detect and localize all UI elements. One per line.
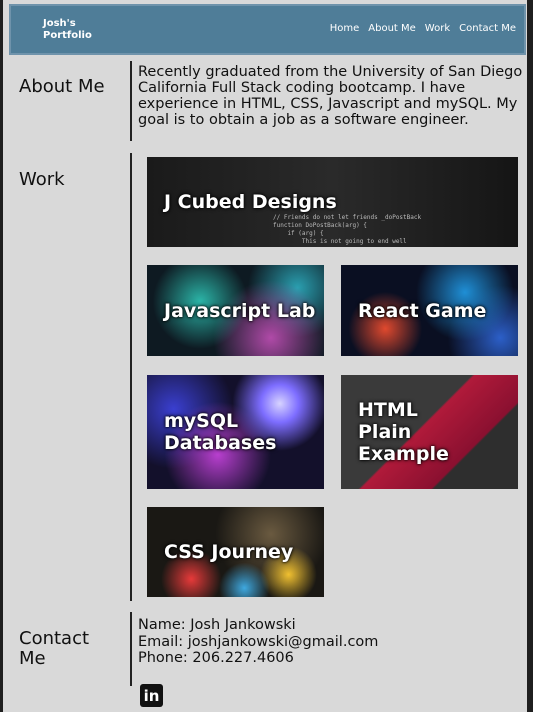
code-snippet: // Friends do not let friends _doPostBac… <box>273 214 422 245</box>
contact-name: Name: Josh Jankowski <box>138 617 296 633</box>
contact-info: Name: Josh Jankowski Email: joshjankowsk… <box>138 617 518 667</box>
contact-email[interactable]: Email: joshjankowski@gmail.com <box>138 634 518 651</box>
about-divider <box>130 61 132 141</box>
contact-title: Contact Me <box>19 628 90 669</box>
project-label: HTML Plain Example <box>358 399 449 465</box>
brand-logo[interactable]: Josh's Portfolio <box>43 18 103 42</box>
nav-links: Home About Me Work Contact Me <box>330 23 516 34</box>
linkedin-icon[interactable]: in <box>140 684 163 707</box>
nav-link-about[interactable]: About Me <box>368 23 416 34</box>
contact-divider <box>130 612 132 686</box>
project-label: J Cubed Designs <box>164 191 337 213</box>
project-label: Javascript Lab <box>164 299 316 322</box>
about-title: About Me <box>19 76 105 97</box>
project-card-javascript-lab[interactable]: Javascript Lab <box>147 265 324 356</box>
project-card-css-journey[interactable]: CSS Journey <box>147 507 324 597</box>
project-label: React Game <box>358 299 487 322</box>
project-card-html[interactable]: HTML Plain Example <box>341 375 518 489</box>
about-text: Recently graduated from the University o… <box>138 64 523 128</box>
project-card-mysql[interactable]: mySQL Databases <box>147 375 324 489</box>
nav-link-work[interactable]: Work <box>425 23 450 34</box>
navbar: Josh's Portfolio Home About Me Work Cont… <box>9 4 526 55</box>
contact-phone: Phone: 206.227.4606 <box>138 650 294 666</box>
project-label: mySQL Databases <box>164 410 277 454</box>
project-card-react-game[interactable]: React Game <box>341 265 518 356</box>
nav-link-contact[interactable]: Contact Me <box>459 23 516 34</box>
nav-link-home[interactable]: Home <box>330 23 360 34</box>
work-title: Work <box>19 169 65 190</box>
project-card-jcubed[interactable]: // Friends do not let friends _doPostBac… <box>147 157 518 247</box>
project-label: CSS Journey <box>164 541 294 563</box>
page-frame: Josh's Portfolio Home About Me Work Cont… <box>0 0 527 712</box>
work-divider <box>130 153 132 601</box>
